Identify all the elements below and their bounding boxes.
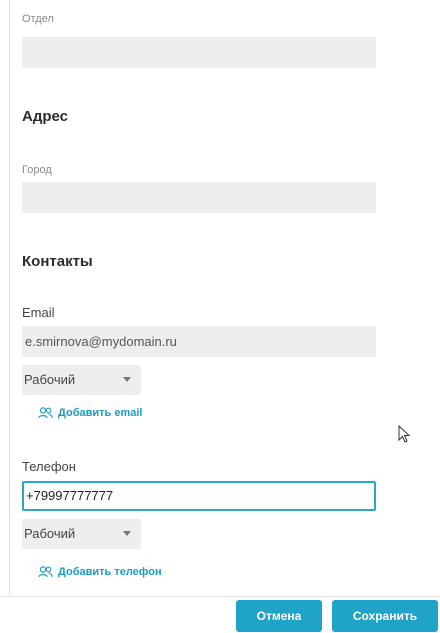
panel-border bbox=[9, 0, 10, 595]
add-contact-icon bbox=[38, 566, 53, 578]
email-field[interactable]: e.smirnova@mydomain.ru bbox=[22, 326, 376, 357]
department-field[interactable] bbox=[22, 37, 376, 68]
phone-type-select[interactable]: Рабочий bbox=[22, 519, 141, 549]
add-email-link[interactable]: Добавить email bbox=[38, 407, 142, 419]
add-contact-icon bbox=[38, 407, 53, 419]
add-email-label: Добавить email bbox=[58, 407, 143, 419]
mouse-pointer-icon bbox=[398, 425, 411, 443]
email-type-value: Рабочий bbox=[24, 372, 76, 387]
email-type-select[interactable]: Рабочий bbox=[22, 365, 141, 395]
city-label: Город bbox=[22, 164, 52, 176]
chevron-down-icon bbox=[123, 377, 131, 382]
address-heading: Адрес bbox=[22, 108, 69, 125]
phone-field[interactable]: +79997777777 bbox=[22, 481, 376, 511]
city-field[interactable] bbox=[22, 182, 376, 213]
contacts-heading: Контакты bbox=[22, 253, 93, 270]
footer-divider bbox=[0, 596, 440, 597]
email-label: Email bbox=[22, 305, 55, 320]
cancel-button[interactable]: Отмена bbox=[236, 600, 322, 632]
add-phone-label: Добавить телефон bbox=[58, 566, 162, 578]
contact-form: Отдел Адрес Город Контакты Email e.smirn… bbox=[0, 0, 440, 633]
department-label: Отдел bbox=[22, 13, 54, 25]
phone-label: Телефон bbox=[22, 459, 76, 474]
chevron-down-icon bbox=[123, 531, 131, 536]
save-button[interactable]: Сохранить bbox=[332, 600, 438, 632]
add-phone-link[interactable]: Добавить телефон bbox=[38, 566, 162, 578]
phone-type-value: Рабочий bbox=[24, 526, 76, 541]
